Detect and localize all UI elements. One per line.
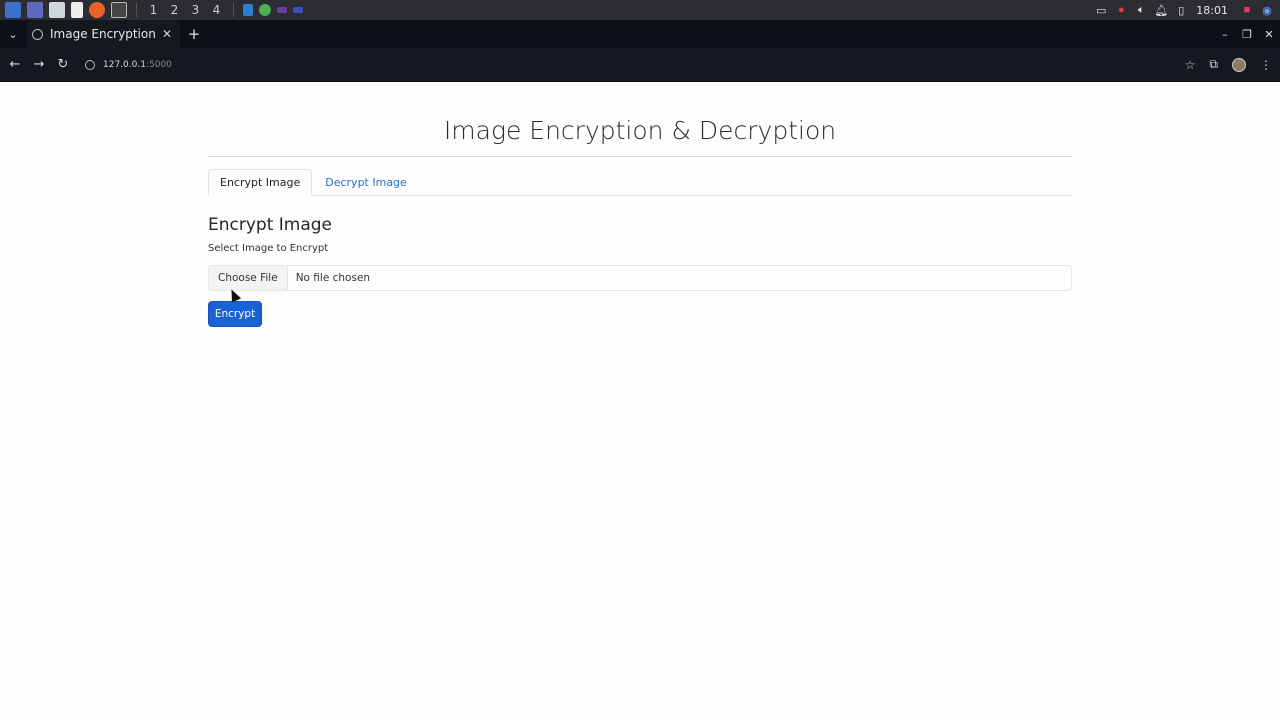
file-input[interactable]: Choose File No file chosen xyxy=(208,265,1072,291)
volume-icon[interactable]: 🔈︎ xyxy=(1134,3,1148,17)
container: Image Encryption & Decryption Encrypt Im… xyxy=(208,82,1072,327)
power-icon[interactable]: ◉ xyxy=(1260,3,1274,17)
divider xyxy=(208,156,1072,157)
firefox-icon[interactable] xyxy=(89,2,105,18)
tab-list: Encrypt Image Decrypt Image xyxy=(208,169,1072,196)
window-controls: – ❐ ✕ xyxy=(1214,28,1280,41)
folder-icon[interactable] xyxy=(49,2,65,18)
site-info-icon[interactable] xyxy=(85,59,95,70)
url-port: :5000 xyxy=(145,59,172,70)
extensions-icon[interactable]: ⧉ xyxy=(1209,57,1218,72)
bookmark-star-icon[interactable]: ☆ xyxy=(1185,58,1196,72)
app-menu-icon[interactable] xyxy=(5,2,21,18)
address-bar[interactable]: 127.0.0.1 :5000 xyxy=(79,52,1149,78)
chrome-icon[interactable] xyxy=(259,4,271,16)
document-icon[interactable] xyxy=(71,2,83,18)
menu-kebab-icon[interactable]: ⋮ xyxy=(1260,58,1272,72)
screen-icon[interactable]: ▭ xyxy=(1094,3,1108,17)
taskbar: 1 2 3 4 ▭ ● 🔈︎ 🔔︎ ▯ 18:01 ■ ◉ xyxy=(0,0,1280,20)
file-status: No file chosen xyxy=(295,272,371,284)
taskbar-left: 1 2 3 4 xyxy=(0,0,306,20)
terminal-icon[interactable] xyxy=(111,2,127,18)
forward-icon[interactable]: → xyxy=(27,57,51,72)
minimize-icon[interactable]: – xyxy=(1214,28,1236,41)
browser-tab[interactable]: Image Encryption & ✕ xyxy=(26,20,180,48)
new-tab-icon[interactable]: + xyxy=(180,25,208,43)
files-icon[interactable] xyxy=(27,2,43,18)
reload-icon[interactable]: ↻ xyxy=(51,57,75,72)
section-title: Encrypt Image xyxy=(208,215,333,235)
encrypt-button[interactable]: Encrypt xyxy=(208,301,262,327)
page-title: Image Encryption & Decryption xyxy=(443,116,837,145)
close-icon[interactable]: ✕ xyxy=(162,27,172,41)
back-icon[interactable]: ← xyxy=(3,57,27,72)
page-content: Image Encryption & Decryption Encrypt Im… xyxy=(0,82,1280,720)
browser-toolbar: ← → ↻ 127.0.0.1 :5000 ☆ ⧉ ⋮ xyxy=(0,48,1280,82)
tab-title: Image Encryption & xyxy=(50,27,156,41)
taskbar-divider xyxy=(136,3,137,17)
workspace-3[interactable]: 3 xyxy=(185,3,206,17)
workspace-1[interactable]: 1 xyxy=(143,3,164,17)
workspace-4[interactable]: 4 xyxy=(206,3,227,17)
system-tray: ▭ ● 🔈︎ 🔔︎ ▯ 18:01 ■ ◉ xyxy=(1094,0,1280,20)
close-window-icon[interactable]: ✕ xyxy=(1258,28,1280,41)
file-input-label: Select Image to Encrypt xyxy=(208,243,329,254)
battery-icon[interactable]: ▯ xyxy=(1174,3,1188,17)
record-icon[interactable]: ● xyxy=(1114,3,1128,17)
browser-tab-bar: ⌄ Image Encryption & ✕ + – ❐ ✕ xyxy=(0,20,1280,48)
workspace-2[interactable]: 2 xyxy=(164,3,185,17)
toolbar-actions: ☆ ⧉ ⋮ xyxy=(1185,57,1280,72)
clock: 18:01 xyxy=(1196,3,1228,17)
app-icon[interactable] xyxy=(277,7,287,13)
globe-icon xyxy=(32,28,43,40)
profile-avatar[interactable] xyxy=(1232,57,1246,72)
bell-icon[interactable]: 🔔︎ xyxy=(1154,3,1168,17)
app-icon-2[interactable] xyxy=(293,7,303,13)
choose-file-button[interactable]: Choose File xyxy=(209,266,288,290)
tab-search-icon[interactable]: ⌄ xyxy=(0,28,26,41)
taskbar-divider xyxy=(233,3,234,17)
restore-icon[interactable]: ❐ xyxy=(1236,28,1258,41)
url-host: 127.0.0.1 xyxy=(103,59,146,70)
lock-icon[interactable]: ■ xyxy=(1240,3,1254,17)
vscode-icon[interactable] xyxy=(243,4,253,16)
tab-decrypt-image[interactable]: Decrypt Image xyxy=(314,169,418,196)
tab-encrypt-image[interactable]: Encrypt Image xyxy=(208,169,313,196)
